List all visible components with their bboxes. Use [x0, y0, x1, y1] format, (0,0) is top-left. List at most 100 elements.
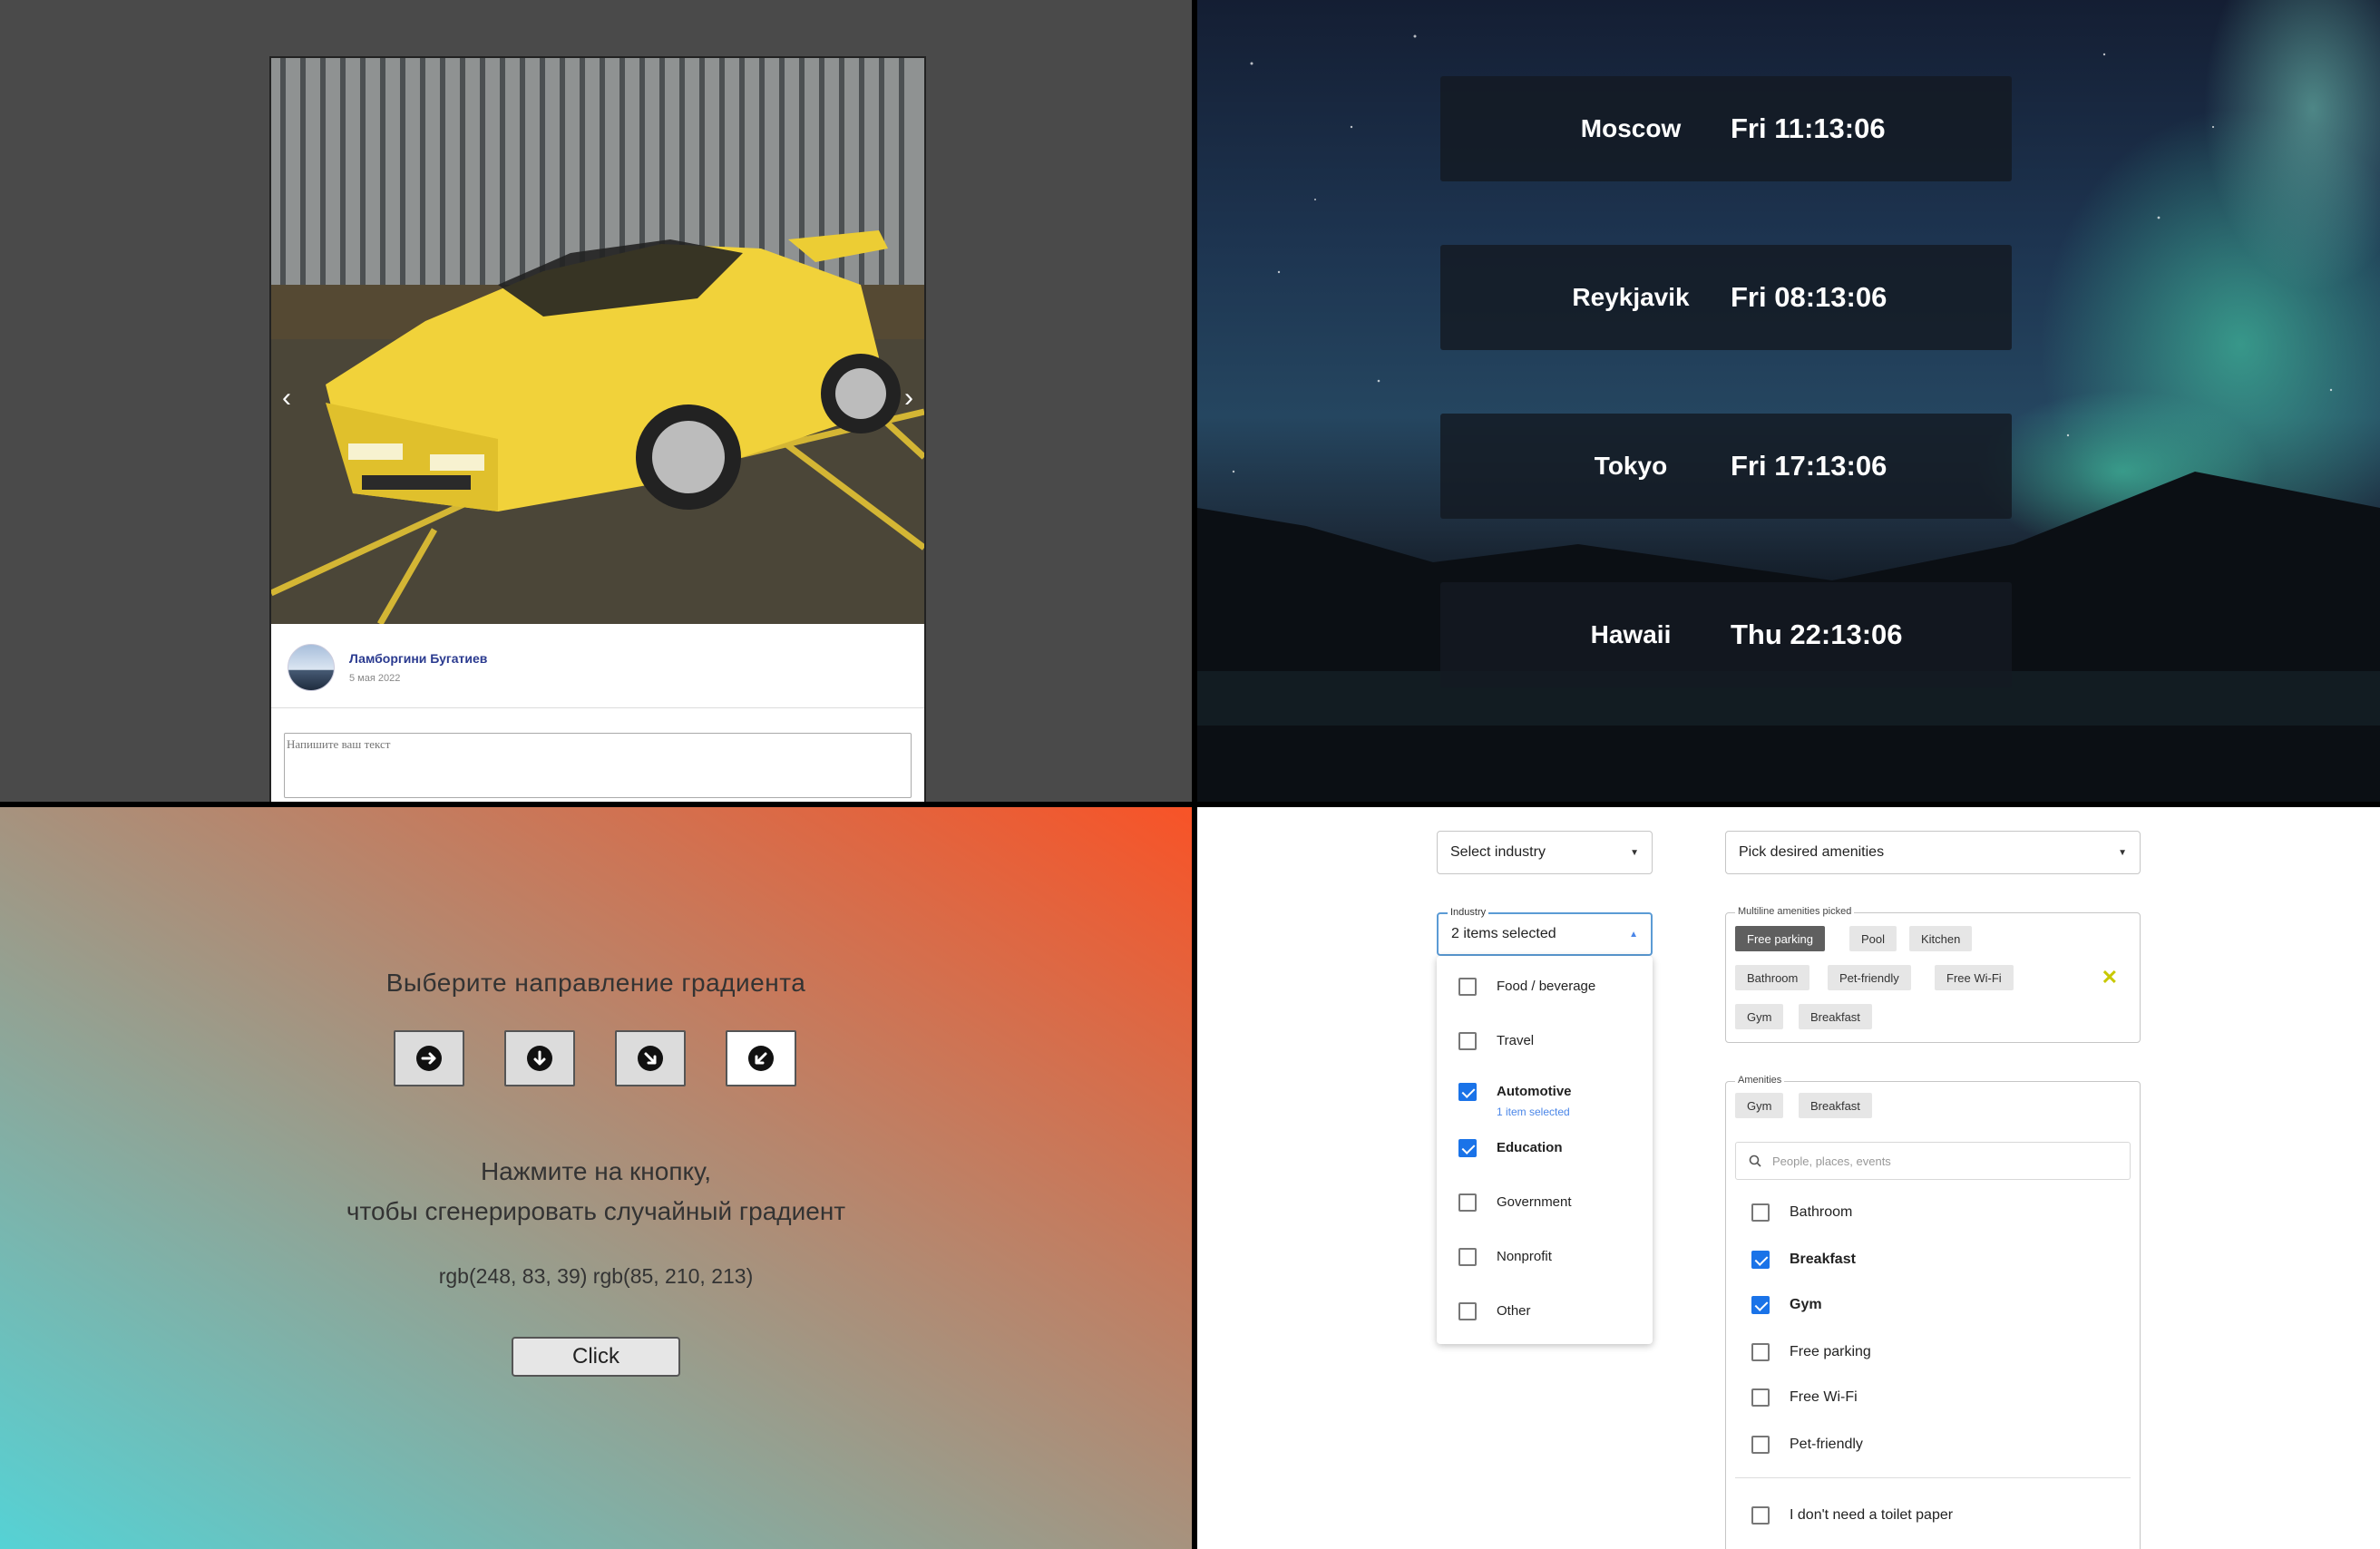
direction-right-button[interactable] [394, 1030, 464, 1086]
option-automotive[interactable]: Automotive 1 item selected [1458, 1083, 1572, 1121]
clock-city: Hawaii [1590, 620, 1672, 648]
industry-label: Industry [1448, 907, 1489, 918]
arrow-down-icon [527, 1046, 552, 1071]
option-label: Other [1497, 1303, 1531, 1319]
option-label: Government [1497, 1194, 1572, 1210]
checkbox[interactable] [1458, 1139, 1477, 1157]
checkbox[interactable] [1458, 1248, 1477, 1266]
checkbox[interactable] [1458, 1032, 1477, 1050]
industry-select[interactable]: Select industry ▼ [1437, 831, 1653, 874]
comment-input[interactable] [284, 733, 912, 798]
post-author: Ламборгини Бугатиев 5 мая 2022 [288, 644, 487, 691]
arrow-right-icon [416, 1046, 442, 1071]
option-label: Nonprofit [1497, 1249, 1552, 1264]
checkbox[interactable] [1458, 1083, 1477, 1101]
amenity-option-gym[interactable]: Gym [1751, 1296, 1822, 1314]
world-clock-panel: Moscow Fri 11:13:06 Reykjavik Fri 08:13:… [1197, 0, 2380, 802]
caret-up-icon: ▲ [1629, 929, 1638, 940]
rgb-values: rgb(248, 83, 39) rgb(85, 210, 213) [438, 1264, 754, 1288]
amenities-field[interactable]: Amenities Gym Breakfast People, places, … [1725, 1075, 2141, 1549]
clock-row-tokyo: Tokyo Fri 17:13:06 [1440, 414, 2012, 519]
clock-time: Thu 22:13:06 [1731, 619, 1903, 650]
author-name[interactable]: Ламборгини Бугатиев [349, 651, 487, 666]
amenity-option-no-toilet-paper[interactable]: I don't need a toilet paper [1751, 1506, 1953, 1525]
clock-city: Tokyo [1594, 452, 1668, 480]
select-placeholder: Select industry [1450, 844, 1546, 860]
multiline-amenities-field[interactable]: Multiline amenities picked Free parking … [1725, 906, 2141, 1043]
gradient-title: Выберите направление градиента [385, 969, 806, 997]
caret-down-icon: ▼ [1630, 847, 1639, 858]
chip-free-parking[interactable]: Free parking [1735, 926, 1825, 951]
option-travel[interactable]: Travel [1458, 1032, 1534, 1050]
post-date: 5 мая 2022 [349, 673, 401, 684]
checkbox[interactable] [1751, 1296, 1770, 1314]
clock-city: Reykjavik [1572, 283, 1690, 311]
clear-icon[interactable]: ✕ [2102, 966, 2118, 989]
option-label: I don't need a toilet paper [1790, 1507, 1954, 1523]
industry-dropdown: Food / beverage Travel Automotive 1 item… [1437, 956, 1653, 1344]
amenity-option-breakfast[interactable]: Breakfast [1751, 1251, 1856, 1269]
hint-line-2: чтобы сгенерировать случайный градиент [346, 1197, 846, 1225]
option-label: Education [1497, 1140, 1563, 1155]
option-label: Free Wi-Fi [1790, 1389, 1858, 1405]
option-education[interactable]: Education [1458, 1139, 1563, 1157]
generate-gradient-button[interactable]: Click [512, 1337, 680, 1377]
checkbox[interactable] [1458, 1193, 1477, 1212]
post-card: ‹ › Ламборгини Бугатиев 5 мая 2022 [269, 56, 926, 802]
option-label: Pet-friendly [1790, 1437, 1863, 1452]
chip-pet-friendly[interactable]: Pet-friendly [1828, 965, 1911, 990]
option-label: Food / beverage [1497, 979, 1596, 994]
clock-time: Fri 08:13:06 [1731, 281, 1887, 313]
gradient-hint: Нажмите на кнопку, чтобы сгенерировать с… [0, 1152, 1192, 1232]
industry-multiselect[interactable]: Industry 2 items selected ▲ [1437, 907, 1653, 956]
option-nonprofit[interactable]: Nonprofit [1458, 1248, 1552, 1266]
clock-time: Fri 11:13:06 [1731, 112, 1886, 144]
direction-down-left-button[interactable] [726, 1030, 796, 1086]
search-icon [1749, 1154, 1761, 1167]
direction-down-right-button[interactable] [615, 1030, 686, 1086]
select-placeholder: Pick desired amenities [1739, 844, 1885, 860]
option-label: Breakfast [1790, 1252, 1856, 1267]
chip-bathroom[interactable]: Bathroom [1735, 965, 1810, 990]
arrow-down-left-icon [748, 1046, 774, 1071]
direction-down-button[interactable] [504, 1030, 575, 1086]
checkbox[interactable] [1751, 1343, 1770, 1361]
amenities-select[interactable]: Pick desired amenities ▼ [1725, 831, 2141, 874]
clock-city: Moscow [1580, 114, 1682, 142]
checkbox[interactable] [1751, 1436, 1770, 1454]
option-other[interactable]: Other [1458, 1302, 1531, 1320]
amenities-label: Amenities [1735, 1075, 1785, 1086]
checkbox[interactable] [1458, 1302, 1477, 1320]
chip-gym[interactable]: Gym [1735, 1004, 1784, 1029]
avatar[interactable] [288, 644, 335, 691]
clock-row-reykjavik: Reykjavik Fri 08:13:06 [1440, 245, 2012, 350]
option-sub-label: 1 item selected [1497, 1106, 1570, 1118]
clock-row-moscow: Moscow Fri 11:13:06 [1440, 76, 2012, 181]
checkbox[interactable] [1751, 1506, 1770, 1525]
chip-pool[interactable]: Pool [1849, 926, 1897, 951]
amenity-option-pet-friendly[interactable]: Pet-friendly [1751, 1436, 1863, 1454]
chip-breakfast[interactable]: Breakfast [1799, 1004, 1872, 1029]
carousel-prev-icon[interactable]: ‹ [282, 385, 291, 412]
chip-free-wifi[interactable]: Free Wi-Fi [1935, 965, 2014, 990]
checkbox[interactable] [1751, 1251, 1770, 1269]
search-placeholder: People, places, events [1772, 1154, 1891, 1168]
option-label: Automotive [1497, 1084, 1572, 1099]
checkbox[interactable] [1751, 1203, 1770, 1222]
option-government[interactable]: Government [1458, 1193, 1572, 1212]
chip-gym[interactable]: Gym [1735, 1093, 1784, 1118]
checkbox[interactable] [1458, 978, 1477, 996]
amenity-option-bathroom[interactable]: Bathroom [1751, 1203, 1852, 1222]
checkbox[interactable] [1751, 1388, 1770, 1407]
amenity-option-free-parking[interactable]: Free parking [1751, 1343, 1871, 1361]
carousel-next-icon[interactable]: › [904, 385, 913, 412]
amenity-option-free-wifi[interactable]: Free Wi-Fi [1751, 1388, 1858, 1407]
chip-kitchen[interactable]: Kitchen [1909, 926, 1973, 951]
option-food-beverage[interactable]: Food / beverage [1458, 978, 1595, 996]
chip-breakfast[interactable]: Breakfast [1799, 1093, 1872, 1118]
search-input[interactable]: People, places, events [1735, 1142, 2131, 1180]
multiline-label: Multiline amenities picked [1735, 906, 1855, 917]
post-panel: ‹ › Ламборгини Бугатиев 5 мая 2022 [0, 0, 1192, 802]
option-label: Travel [1497, 1033, 1535, 1048]
divider [271, 707, 924, 708]
